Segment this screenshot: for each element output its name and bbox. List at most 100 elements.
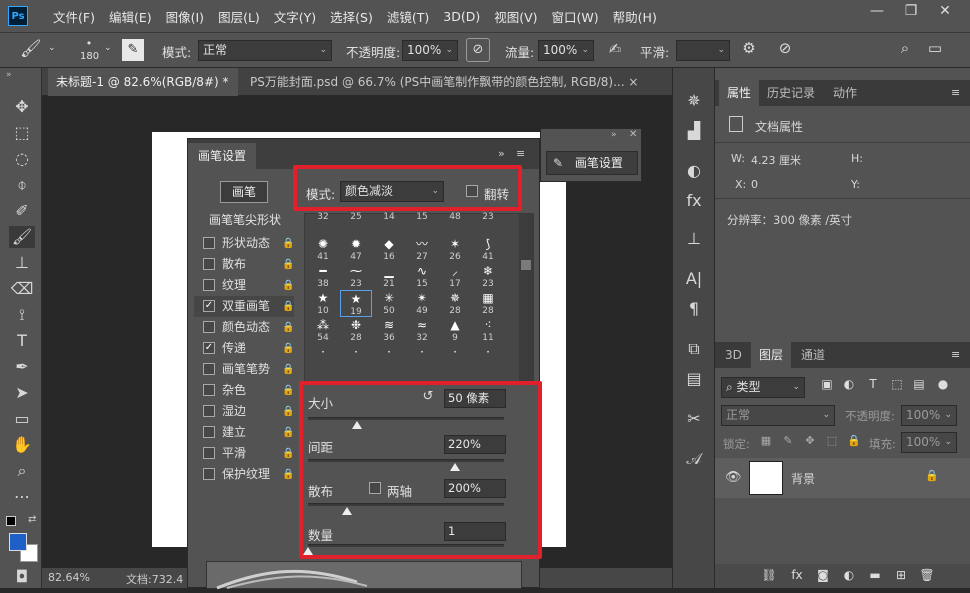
- brush-property-item[interactable]: 形状动态 🔒: [194, 233, 294, 254]
- tab-channels[interactable]: 通道: [793, 342, 833, 368]
- close-button[interactable]: ✕: [930, 0, 960, 22]
- menu-3d[interactable]: 3D(D): [436, 9, 487, 24]
- eraser-tool-icon[interactable]: ⌫: [9, 278, 35, 300]
- character-icon[interactable]: A|: [681, 266, 707, 292]
- fx-icon[interactable]: fx: [681, 188, 707, 214]
- search-icon[interactable]: ⌕: [894, 39, 916, 57]
- lock-icon[interactable]: 🔒: [282, 380, 294, 401]
- brush-property-item[interactable]: 散布 🔒: [194, 254, 294, 275]
- brush-tip[interactable]: ▲ 9: [439, 317, 471, 344]
- brush-tip[interactable]: 32: [307, 212, 339, 239]
- path-select-tool-icon[interactable]: ➤: [9, 382, 35, 404]
- property-checkbox[interactable]: ✓: [203, 300, 215, 312]
- layer-name[interactable]: 背景: [791, 470, 815, 487]
- chevron-down-icon[interactable]: ⌄: [48, 43, 56, 53]
- brush-tip[interactable]: ·: [439, 344, 471, 371]
- panel-menu-icon[interactable]: ≡: [951, 86, 960, 99]
- brush-tip[interactable]: ≈32: [406, 317, 438, 344]
- swap-colors-icon[interactable]: ⇄: [28, 514, 36, 525]
- menu-help[interactable]: 帮助(H): [606, 7, 664, 26]
- layer-filter-select[interactable]: ⌕ 类型 ⌄: [721, 377, 805, 398]
- clone-source-icon[interactable]: ⊥: [681, 226, 707, 252]
- filter-type-icon[interactable]: T: [865, 377, 881, 391]
- lock-position-icon[interactable]: ✥: [803, 434, 817, 447]
- brush-tip[interactable]: ·: [406, 344, 438, 371]
- collapse-icon[interactable]: »: [498, 147, 505, 160]
- tab-untitled[interactable]: 未标题-1 @ 82.6%(RGB/8#) * ×: [48, 68, 238, 117]
- brush-tip-shape-heading[interactable]: 画笔笔尖形状: [194, 211, 296, 227]
- clone-stamp-tool-icon[interactable]: ⊥: [9, 252, 35, 274]
- lock-icon[interactable]: 🔒: [282, 464, 294, 485]
- flow-input[interactable]: 100% ⌄: [538, 40, 594, 61]
- eyedropper-tool-icon[interactable]: ✐: [9, 200, 35, 222]
- default-colors-icon[interactable]: [6, 516, 16, 526]
- filter-adjustment-icon[interactable]: ◐: [841, 377, 857, 391]
- pen-tool-icon[interactable]: ✒: [9, 356, 35, 378]
- menu-edit[interactable]: 编辑(E): [102, 7, 159, 26]
- tab-cover-psd[interactable]: PS万能封面.psd @ 66.7% (PS中画笔制作飘带的颜色控制, RGB/…: [242, 68, 672, 96]
- lock-icon[interactable]: 🔒: [282, 275, 294, 296]
- menu-image[interactable]: 图像(I): [159, 7, 211, 26]
- tab-history[interactable]: 历史记录: [759, 80, 823, 106]
- brush-tool-icon[interactable]: 🖌: [9, 226, 35, 248]
- filter-pixel-icon[interactable]: ▣: [819, 377, 835, 391]
- brush-tip[interactable]: ━ 38: [307, 263, 339, 290]
- brush-property-item[interactable]: 湿边 🔒: [194, 401, 294, 422]
- brush-tip[interactable]: ★ 10: [307, 290, 339, 317]
- brush-tip[interactable]: ✺ 41: [307, 236, 339, 263]
- lock-all-icon[interactable]: 🔒: [847, 434, 861, 447]
- collapse-icon[interactable]: »: [6, 70, 12, 80]
- workspace-icon[interactable]: ▭: [924, 39, 946, 57]
- quick-select-tool-icon[interactable]: ⌽: [9, 174, 35, 196]
- quick-mask-icon[interactable]: ◘: [9, 566, 35, 588]
- property-checkbox[interactable]: [203, 321, 215, 333]
- brush-tip[interactable]: ∿ 15: [406, 263, 438, 290]
- tab-actions[interactable]: 动作: [825, 80, 865, 106]
- brush-property-item[interactable]: ✓ 双重画笔 🔒: [194, 296, 294, 317]
- marquee-tool-icon[interactable]: ⬚: [9, 122, 35, 144]
- brush-tip[interactable]: ⟆ 41: [472, 236, 504, 263]
- brush-property-item[interactable]: ✓ 传递 🔒: [194, 338, 294, 359]
- maximize-button[interactable]: ❐: [896, 0, 926, 22]
- brush-tip[interactable]: ✹ 47: [340, 236, 372, 263]
- hand-tool-icon[interactable]: ✋: [9, 434, 35, 456]
- brush-tip[interactable]: ✴ 49: [406, 290, 438, 317]
- width-value[interactable]: 4.23 厘米: [751, 152, 801, 168]
- property-checkbox[interactable]: [203, 405, 215, 417]
- brush-tip[interactable]: ▦ 28: [472, 290, 504, 317]
- brush-tip[interactable]: ★ 19: [340, 290, 372, 317]
- brush-tip[interactable]: ⁂ 54: [307, 317, 339, 344]
- menu-view[interactable]: 视图(V): [487, 7, 544, 26]
- lock-icon[interactable]: 🔒: [282, 254, 294, 275]
- property-checkbox[interactable]: [203, 447, 215, 459]
- doc-info[interactable]: 文档:732.4: [126, 571, 183, 587]
- fill-input[interactable]: 100% ⌄: [901, 432, 957, 453]
- brush-property-item[interactable]: 平滑 🔒: [194, 443, 294, 464]
- property-checkbox[interactable]: [203, 279, 215, 291]
- eye-icon[interactable]: 👁: [725, 470, 742, 485]
- brush-tip[interactable]: ·: [472, 344, 504, 371]
- brush-tip[interactable]: ⁓ 23: [340, 263, 372, 290]
- brush-tip[interactable]: ·: [373, 344, 405, 371]
- lock-pixels-icon[interactable]: ✎: [781, 434, 795, 447]
- brushes-button[interactable]: 画笔: [220, 181, 268, 203]
- brush-tip[interactable]: ▁ 21: [373, 263, 405, 290]
- brush-property-item[interactable]: 建立 🔒: [194, 422, 294, 443]
- lock-icon[interactable]: 🔒: [282, 317, 294, 338]
- panel-menu-icon[interactable]: ≡: [951, 348, 960, 361]
- layer-opacity-input[interactable]: 100% ⌄: [901, 405, 957, 426]
- airbrush-icon[interactable]: ✍: [604, 40, 626, 58]
- lock-icon[interactable]: 🔒: [282, 443, 294, 464]
- zoom-level[interactable]: 82.64%: [48, 571, 90, 584]
- link-layers-icon[interactable]: ⛓: [761, 568, 777, 582]
- menu-window[interactable]: 窗口(W): [545, 7, 606, 26]
- tools-icon[interactable]: ✂: [681, 406, 707, 432]
- brush-preset-picker[interactable]: •: [74, 37, 104, 50]
- rectangle-tool-icon[interactable]: ▭: [9, 408, 35, 430]
- property-checkbox[interactable]: ✓: [203, 342, 215, 354]
- property-checkbox[interactable]: [203, 384, 215, 396]
- menu-filter[interactable]: 滤镜(T): [380, 7, 436, 26]
- menu-layer[interactable]: 图层(L): [211, 7, 267, 26]
- move-tool-icon[interactable]: ✥: [9, 96, 35, 118]
- x-value[interactable]: 0: [751, 178, 758, 191]
